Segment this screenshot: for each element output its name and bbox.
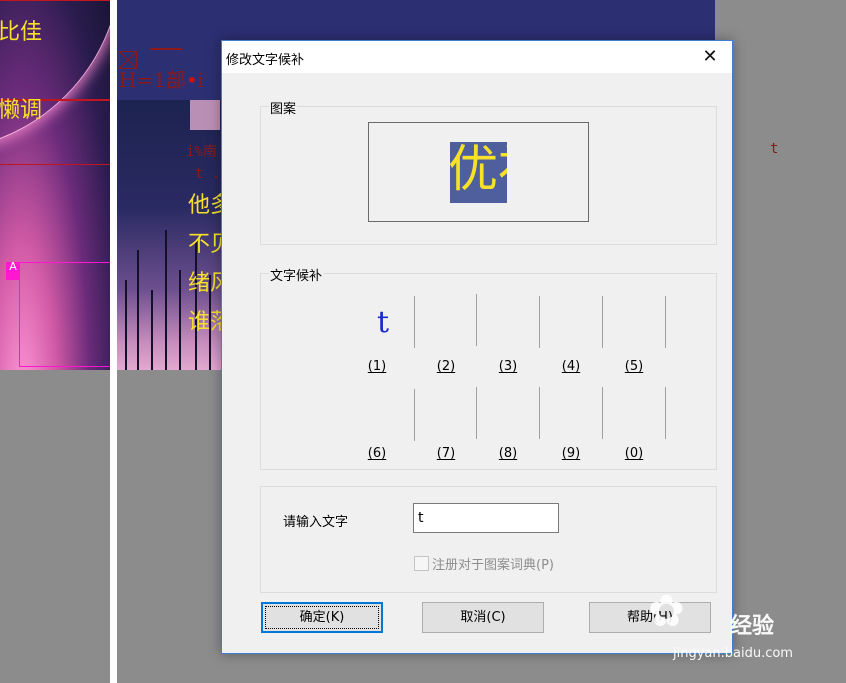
background-grey-left bbox=[0, 370, 110, 683]
background-text-1: 比佳 bbox=[0, 20, 43, 45]
candidate-number-1[interactable]: (1) bbox=[357, 359, 397, 374]
edit-candidate-dialog: 修改文字候补 ✕ 图案 优补 文字候补 t (1) (2) (3) (4) (5… bbox=[221, 40, 733, 654]
register-checkbox[interactable] bbox=[414, 556, 429, 571]
watermark-url: jingyan.baidu.com bbox=[673, 646, 793, 661]
candidate-separator bbox=[476, 294, 477, 346]
candidate-separator bbox=[414, 296, 415, 348]
input-group: 请输入文字 注册对于图案词典(P) bbox=[260, 486, 717, 593]
background-mono-line-1: i%南 bbox=[186, 144, 217, 160]
pattern-group-label: 图案 bbox=[269, 98, 298, 117]
candidate-number-5[interactable]: (5) bbox=[614, 359, 654, 374]
background-mono-far: t bbox=[770, 141, 779, 157]
background-red-text: H=1部•i bbox=[119, 68, 205, 92]
ok-button[interactable]: 确定(K) bbox=[261, 602, 383, 633]
background-grey-mid bbox=[117, 370, 221, 683]
candidate-separator bbox=[539, 296, 540, 348]
candidates-group: 文字候补 t (1) (2) (3) (4) (5) (6) (7) (8) (… bbox=[260, 265, 717, 470]
candidate-separator bbox=[665, 296, 666, 348]
background-red-frame-1 bbox=[0, 0, 111, 101]
candidate-number-0[interactable]: (0) bbox=[614, 446, 654, 461]
badge-a: A bbox=[6, 261, 20, 280]
candidate-number-8[interactable]: (8) bbox=[488, 446, 528, 461]
candidate-separator bbox=[602, 296, 603, 348]
background-pink-strip bbox=[190, 100, 220, 130]
candidate-separator bbox=[539, 387, 540, 439]
pattern-glyph-image: 优补 bbox=[450, 142, 507, 203]
candidate-separator bbox=[476, 387, 477, 439]
candidate-number-7[interactable]: (7) bbox=[426, 446, 466, 461]
window-divider bbox=[110, 0, 117, 683]
candidate-number-6[interactable]: (6) bbox=[357, 446, 397, 461]
close-icon[interactable]: ✕ bbox=[688, 41, 732, 73]
pattern-preview-box: 优补 bbox=[368, 122, 589, 222]
baidu-paw-icon: ✿ bbox=[648, 586, 685, 637]
watermark-brand: 经验 bbox=[730, 614, 775, 639]
dialog-titlebar[interactable]: 修改文字候补 ✕ bbox=[222, 41, 732, 73]
red-overline bbox=[150, 48, 182, 50]
candidate-separator bbox=[414, 389, 415, 441]
candidate-separator bbox=[602, 387, 603, 439]
candidate-char-1[interactable]: t bbox=[377, 308, 389, 338]
background-mono-line-2: t . bbox=[195, 166, 221, 182]
register-checkbox-label[interactable]: 注册对于图案词典(P) bbox=[432, 554, 554, 573]
candidate-number-4[interactable]: (4) bbox=[551, 359, 591, 374]
candidate-number-9[interactable]: (9) bbox=[551, 446, 591, 461]
candidate-number-3[interactable]: (3) bbox=[488, 359, 528, 374]
text-input[interactable] bbox=[413, 503, 559, 533]
pattern-group: 图案 优补 bbox=[260, 98, 717, 245]
background-text-2: 懒调 bbox=[0, 98, 43, 123]
input-label: 请输入文字 bbox=[283, 515, 349, 530]
candidate-separator bbox=[665, 387, 666, 439]
cancel-button[interactable]: 取消(C) bbox=[422, 602, 544, 633]
candidate-number-2[interactable]: (2) bbox=[426, 359, 466, 374]
candidates-group-label: 文字候补 bbox=[269, 265, 324, 284]
baidu-watermark: ✿ 经验 jingyan.baidu.com bbox=[648, 586, 846, 662]
background-pink-frame bbox=[19, 262, 112, 367]
dialog-title: 修改文字候补 bbox=[226, 53, 305, 68]
